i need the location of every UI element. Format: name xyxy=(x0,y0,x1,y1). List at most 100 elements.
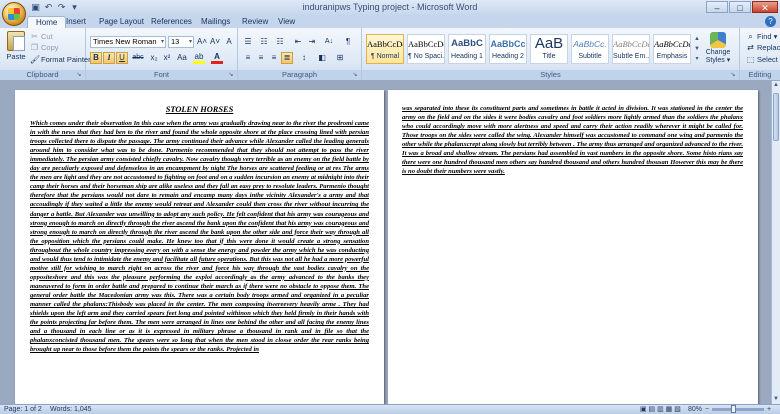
page-2-body[interactable]: was separated into these its constituent… xyxy=(402,104,743,176)
subscript-button[interactable]: x₂ xyxy=(148,52,160,64)
tab-home[interactable]: Home xyxy=(27,16,67,28)
styles-launcher-icon[interactable]: ↘ xyxy=(729,71,737,79)
styles-scroll[interactable]: ▲ ▼ ▾ xyxy=(693,34,701,64)
scroll-down-icon[interactable]: ▼ xyxy=(772,395,780,404)
scroll-thumb[interactable] xyxy=(773,93,779,141)
clear-formatting-button[interactable]: A xyxy=(223,36,235,48)
clipboard-group-label: Clipboard xyxy=(0,70,85,80)
center-button[interactable]: ≡ xyxy=(255,52,267,64)
change-case-button[interactable]: Aa xyxy=(175,52,189,64)
change-styles-icon xyxy=(710,32,726,48)
copy-button[interactable]: ❐ Copy xyxy=(30,43,59,52)
title-bar: ▣ ↶ ↷ ▾ induranipws Typing project - Mic… xyxy=(0,0,780,15)
style-normal[interactable]: AaBbCcDc ¶ Normal xyxy=(366,34,404,64)
find-button[interactable]: ⌕ Find ▾ xyxy=(746,32,777,41)
align-left-button[interactable]: ≡ xyxy=(242,52,254,64)
close-button[interactable]: ✕ xyxy=(752,1,778,13)
font-size-select[interactable]: 13 xyxy=(168,36,194,48)
style-emphasis[interactable]: AaBbCcDc Emphasis xyxy=(653,34,691,64)
font-group-label: Font xyxy=(86,70,237,80)
font-color-icon: A xyxy=(214,52,220,61)
shrink-font-button[interactable]: A˅ xyxy=(209,36,221,48)
shading-button[interactable]: ◧ xyxy=(316,52,328,64)
format-painter-label: Format Painter xyxy=(41,55,91,64)
select-label: Select ▾ xyxy=(757,55,780,64)
find-label: Find ▾ xyxy=(757,32,778,41)
clear-formatting-icon: A xyxy=(226,37,232,46)
sort-button[interactable]: A↓ xyxy=(322,36,336,48)
underline-button[interactable]: U xyxy=(116,52,128,64)
tab-page-layout[interactable]: Page Layout xyxy=(99,16,144,28)
bullets-button[interactable]: ☰ xyxy=(242,36,254,48)
paste-button[interactable]: Paste xyxy=(4,31,28,67)
clipboard-launcher-icon[interactable]: ↘ xyxy=(75,71,83,79)
view-buttons[interactable]: ▣ ▤ ▥ ▦ ▧ xyxy=(640,405,681,414)
word-count[interactable]: Words: 1,045 xyxy=(50,405,92,414)
show-marks-button[interactable]: ¶ xyxy=(342,36,354,48)
cut-button[interactable]: ✂ Cut xyxy=(30,32,53,41)
font-name-select[interactable]: Times New Roman xyxy=(90,36,166,48)
page-1-text: Which comes under their observation In t… xyxy=(30,120,369,354)
style-heading-1[interactable]: AaBbC Heading 1 xyxy=(448,34,486,64)
grow-font-button[interactable]: A˄ xyxy=(196,36,208,48)
cut-label: Cut xyxy=(41,32,53,41)
page-1-body[interactable]: STOLEN HORSES Which comes under their ob… xyxy=(30,105,369,354)
style-no-spacing[interactable]: AaBbCcDc ¶ No Spaci... xyxy=(407,34,445,64)
style-name: Subtitle xyxy=(578,53,602,60)
clipboard-group: Paste ✂ Cut ❐ Copy 🖌 Format Painter Clipboa… xyxy=(0,28,91,80)
style-title[interactable]: AaB Title xyxy=(530,34,568,64)
maximize-button[interactable]: □ xyxy=(729,1,751,13)
bold-button[interactable]: B xyxy=(90,52,102,64)
tab-mailings[interactable]: Mailings xyxy=(201,16,230,28)
line-spacing-button[interactable]: ↕ xyxy=(298,52,310,64)
page-count[interactable]: Page: 1 of 2 xyxy=(4,405,42,414)
scroll-up-icon[interactable]: ▲ xyxy=(772,81,780,90)
paste-label: Paste xyxy=(6,52,26,61)
page-2[interactable]: was separated into these its constituent… xyxy=(388,90,758,404)
office-button[interactable] xyxy=(2,2,26,26)
decrease-indent-button[interactable]: ⇤ xyxy=(292,36,304,48)
style-name: Heading 1 xyxy=(451,53,483,60)
tab-review[interactable]: Review xyxy=(242,16,268,28)
increase-indent-button[interactable]: ⇥ xyxy=(306,36,318,48)
format-painter-button[interactable]: 🖌 Format Painter xyxy=(30,55,91,64)
strikethrough-button[interactable]: abc xyxy=(130,52,146,64)
numbering-button[interactable]: ☷ xyxy=(258,36,270,48)
style-name: ¶ Normal xyxy=(370,53,400,60)
tab-insert[interactable]: Insert xyxy=(66,16,86,28)
styles-group: AaBbCcDc ¶ Normal AaBbCcDc ¶ No Spaci... A… xyxy=(362,28,740,80)
style-subtle-emphasis[interactable]: AaBbCcDc Subtle Em... xyxy=(612,34,650,64)
tab-view[interactable]: View xyxy=(278,16,295,28)
style-heading-2[interactable]: AaBbCc Heading 2 xyxy=(489,34,527,64)
style-name: Title xyxy=(542,53,556,60)
style-subtitle[interactable]: AaBbCc. Subtitle xyxy=(571,34,609,64)
justify-button[interactable]: ≣ xyxy=(281,52,293,64)
scissors-icon: ✂ xyxy=(31,32,38,41)
zoom-out-icon[interactable]: − xyxy=(705,405,709,414)
zoom-slider[interactable] xyxy=(712,405,764,413)
zoom-level[interactable]: 80% xyxy=(688,405,702,414)
font-launcher-icon[interactable]: ↘ xyxy=(227,71,235,79)
help-icon[interactable]: ? xyxy=(765,16,776,27)
ribbon-tabs: Home Insert Page Layout References Maili… xyxy=(0,15,780,28)
italic-button[interactable]: I xyxy=(103,52,115,64)
superscript-button[interactable]: x² xyxy=(161,52,173,64)
paragraph-launcher-icon[interactable]: ↘ xyxy=(351,71,359,79)
borders-button[interactable]: ⊞ xyxy=(334,52,346,64)
replace-button[interactable]: ⇄Replace xyxy=(746,43,780,52)
vertical-scrollbar[interactable]: ▲ ▼ xyxy=(771,81,780,404)
align-right-button[interactable]: ≡ xyxy=(268,52,280,64)
style-preview: AaBbCcDc xyxy=(367,39,404,49)
highlight-button[interactable]: ab xyxy=(192,52,206,64)
tab-references[interactable]: References xyxy=(151,16,192,28)
select-button[interactable]: ⬚Select ▾ xyxy=(746,55,780,64)
style-preview: AaBbC xyxy=(451,38,483,49)
page-1[interactable]: STOLEN HORSES Which comes under their ob… xyxy=(15,90,384,404)
multilevel-list-button[interactable]: ☷ xyxy=(274,36,286,48)
document-area[interactable]: STOLEN HORSES Which comes under their ob… xyxy=(0,81,771,404)
minimize-button[interactable]: – xyxy=(706,1,728,13)
zoom-in-icon[interactable]: + xyxy=(767,405,771,414)
change-styles-button[interactable]: Change Styles ▾ xyxy=(704,32,732,65)
font-color-button[interactable]: A xyxy=(210,52,224,64)
zoom-knob[interactable] xyxy=(731,405,736,413)
